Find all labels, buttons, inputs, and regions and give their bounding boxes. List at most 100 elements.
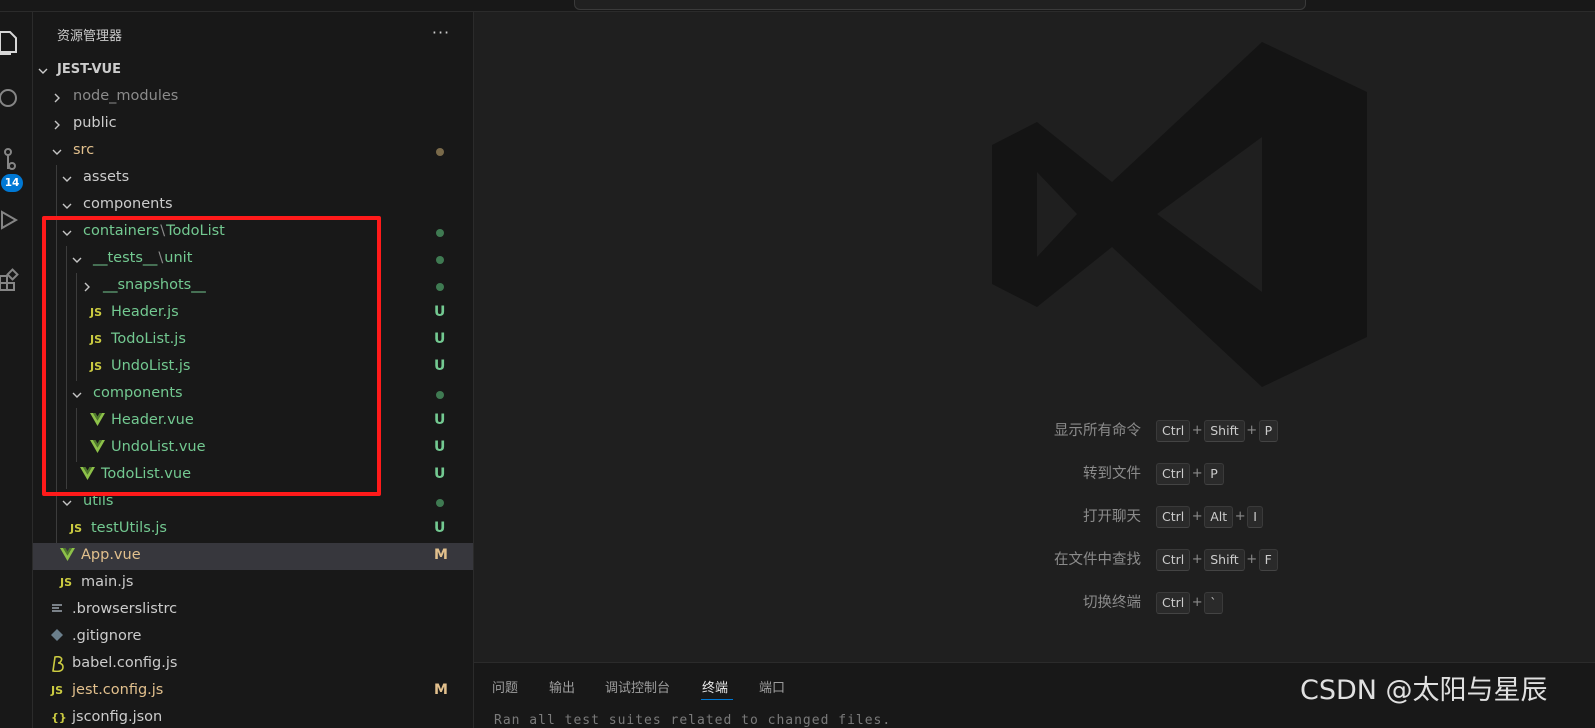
git-status-letter: M <box>434 547 448 563</box>
git-status-letter: U <box>434 331 446 347</box>
keycap: I <box>1247 506 1263 528</box>
tree-item-label: .browserslistrc <box>72 601 178 617</box>
tree-folder-public[interactable]: public <box>33 111 473 138</box>
vscode-logo-watermark <box>992 42 1367 387</box>
key-plus: + <box>1246 552 1258 567</box>
keycap: P <box>1258 420 1279 442</box>
js-file-icon: JS <box>70 522 83 535</box>
tree-folder-node-modules[interactable]: node_modules <box>33 84 473 111</box>
git-status-letter: U <box>434 439 446 455</box>
csdn-watermark: CSDN @太阳与星辰 <box>1300 675 1548 706</box>
keycap: Ctrl <box>1156 592 1191 614</box>
chevron-down-icon <box>52 149 62 155</box>
git-status-dot <box>436 148 444 156</box>
tree-item-label: node_modules <box>73 88 179 104</box>
terminal-output: Ran all test suites related to changed f… <box>494 713 892 728</box>
indent-guide <box>56 516 57 543</box>
key-plus: + <box>1234 509 1246 524</box>
shortcut-keys: Ctrl + P <box>1156 462 1224 486</box>
tree-file-jsconfig-json[interactable]: {} jsconfig.json <box>33 705 473 728</box>
git-status-letter: M <box>434 682 448 698</box>
git-status-dot <box>436 391 444 399</box>
workspace-root[interactable]: JEST-VUE <box>33 58 473 84</box>
tab-output[interactable]: 输出 <box>549 677 575 696</box>
shortcut-label: 切换终端 <box>1083 595 1141 611</box>
chevron-down-icon <box>62 176 72 182</box>
active-tab-indicator <box>701 699 733 700</box>
tree-item-label: jest.config.js <box>72 682 164 698</box>
workspace-root-label: JEST-VUE <box>57 62 121 77</box>
git-status-letter: U <box>434 304 446 320</box>
tree-item-label: assets <box>83 169 130 185</box>
keycap: Shift <box>1204 420 1245 442</box>
tree-item-label: testUtils.js <box>91 520 167 536</box>
shortcut-keys: Ctrl + ` <box>1156 591 1223 615</box>
indent-guide <box>56 165 57 192</box>
tree-folder-src[interactable]: src <box>33 138 473 165</box>
tab-terminal[interactable]: 终端 <box>702 677 728 696</box>
tree-folder-components[interactable]: components <box>33 192 473 219</box>
chevron-right-icon <box>54 120 60 130</box>
shortcut-keys: Ctrl + Shift + F <box>1156 548 1278 572</box>
json-file-icon: {} <box>51 711 67 724</box>
tree-file-jest-config-js[interactable]: JS jest.config.js M <box>33 678 473 705</box>
shortcut-label: 转到文件 <box>1083 466 1141 482</box>
git-status-letter: U <box>434 358 446 374</box>
tree-item-label: .gitignore <box>72 628 142 644</box>
keycap: F <box>1258 549 1278 571</box>
tree-folder-assets[interactable]: assets <box>33 165 473 192</box>
key-plus: + <box>1191 509 1203 524</box>
tree-item-label: App.vue <box>81 547 141 563</box>
key-plus: + <box>1191 466 1203 481</box>
key-plus: + <box>1191 423 1203 438</box>
js-file-icon: JS <box>60 576 73 589</box>
shortcut-label: 在文件中查找 <box>1054 552 1141 568</box>
explorer-icon[interactable] <box>0 22 33 62</box>
shortcut-label: 显示所有命令 <box>1054 423 1141 439</box>
tree-item-label: src <box>73 142 95 158</box>
tree-file-app-vue[interactable]: App.vue M <box>33 543 473 570</box>
chevron-down-icon <box>62 203 72 209</box>
git-status-letter: U <box>434 412 446 428</box>
keycap: Ctrl <box>1156 506 1191 528</box>
shortcut-label: 打开聊天 <box>1083 509 1141 525</box>
tree-file-gitignore[interactable]: .gitignore <box>33 624 473 651</box>
extensions-icon[interactable] <box>0 260 33 300</box>
git-status-letter: U <box>434 466 446 482</box>
git-status-dot <box>436 499 444 507</box>
tree-file-babel-config-js[interactable]: babel.config.js <box>33 651 473 678</box>
chevron-down-icon <box>38 68 48 74</box>
search-icon[interactable] <box>0 80 33 120</box>
tree-item-label: public <box>73 115 117 131</box>
git-status-letter: U <box>434 520 446 536</box>
tree-file-browserslistrc[interactable]: .browserslistrc <box>33 597 473 624</box>
tree-file-testutils-js[interactable]: JS testUtils.js U <box>33 516 473 543</box>
config-file-icon <box>51 602 63 618</box>
more-actions-icon[interactable]: ··· <box>428 24 454 46</box>
vue-file-icon <box>60 548 75 564</box>
highlight-box <box>42 216 381 496</box>
keycap: P <box>1204 463 1224 485</box>
indent-guide <box>56 192 57 219</box>
tree-item-label: components <box>83 196 173 212</box>
tab-debug-console[interactable]: 调试控制台 <box>605 677 670 696</box>
tree-file-main-js[interactable]: JS main.js <box>33 570 473 597</box>
keycap: Shift <box>1204 549 1245 571</box>
activity-bar: 14 <box>0 12 33 728</box>
keycap: Ctrl <box>1156 420 1191 442</box>
chevron-down-icon <box>62 500 72 506</box>
tab-ports[interactable]: 端口 <box>759 677 785 696</box>
tree-item-label: jsconfig.json <box>72 709 163 725</box>
run-debug-icon[interactable] <box>0 200 33 240</box>
git-status-dot <box>436 229 444 237</box>
tree-item-label: main.js <box>81 574 134 590</box>
tab-problems[interactable]: 问题 <box>492 677 518 696</box>
key-plus: + <box>1191 595 1203 610</box>
shortcut-keys: Ctrl + Alt + I <box>1156 505 1263 529</box>
babel-file-icon <box>51 655 65 673</box>
command-center[interactable] <box>574 0 1306 10</box>
git-file-icon <box>51 629 63 645</box>
explorer-title: 资源管理器 <box>57 29 123 44</box>
keycap: Alt <box>1204 506 1234 528</box>
git-status-dot <box>436 256 444 264</box>
